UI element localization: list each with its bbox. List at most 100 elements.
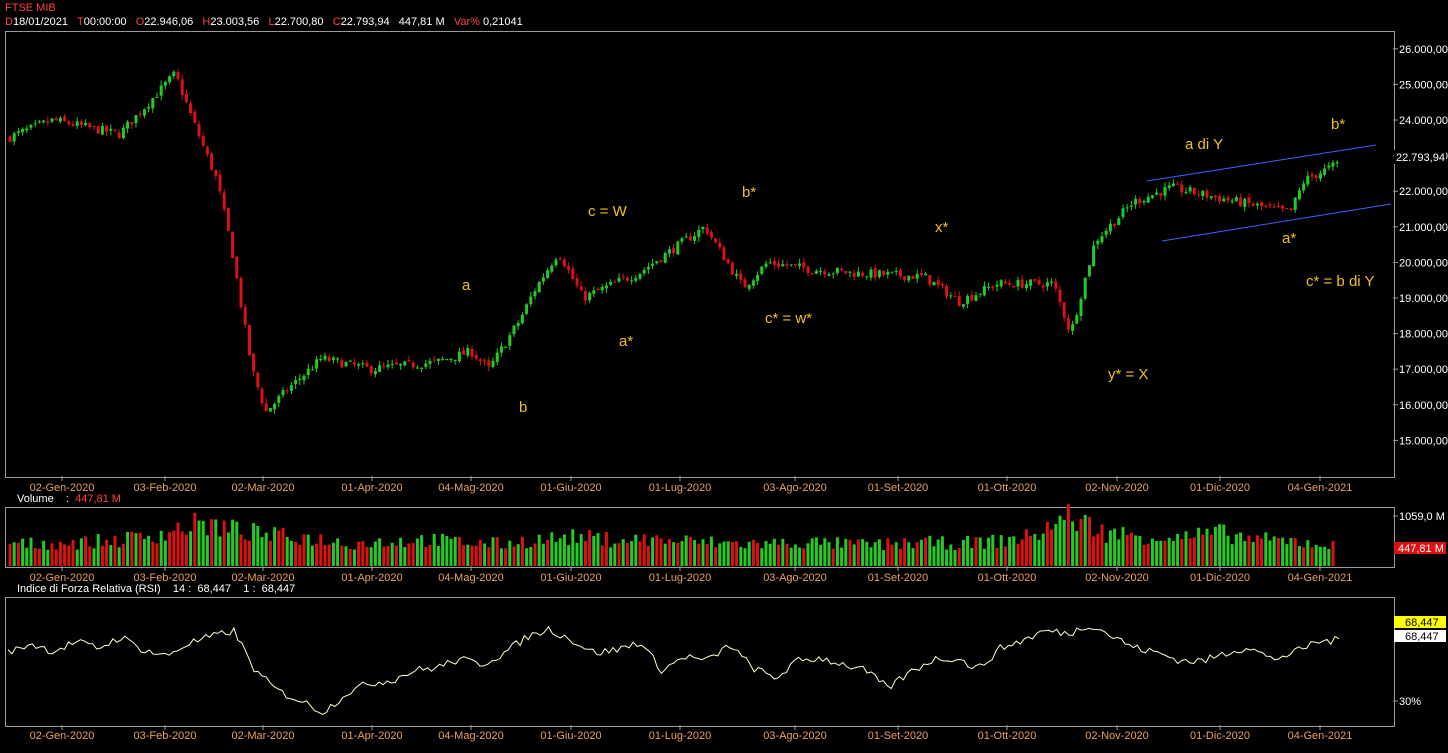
candle-body [214, 169, 218, 176]
volume-bar [1314, 545, 1318, 566]
volume-bar [894, 542, 898, 566]
volume-chart[interactable]: 1059,0 M447,81 M02-Gen-2020 03-Feb-2020 02… [0, 500, 1448, 585]
volume-bar [1268, 540, 1272, 566]
candle-body [730, 262, 734, 275]
candle-body [1134, 198, 1138, 205]
candle-body [1129, 205, 1133, 207]
volume-bar [193, 512, 197, 566]
candle-body [1323, 168, 1327, 175]
candle-body [911, 275, 915, 279]
volume-bar [1264, 532, 1268, 566]
candle-body [88, 123, 92, 128]
volume-bar [1075, 530, 1079, 566]
volume-bar [978, 537, 982, 566]
volume-bar [201, 520, 205, 566]
volume-bar [705, 544, 709, 566]
volume-bar [1306, 540, 1310, 566]
volume-bar [1167, 537, 1171, 566]
x-tick-label: 02-Mar-2020 [232, 482, 295, 494]
volume-bar [1188, 538, 1192, 566]
volume-bar [126, 531, 130, 566]
rsi-x-tick-label: 03-Feb-2020 [134, 730, 197, 742]
channel-upper-line [1146, 144, 1377, 182]
candle-body [655, 261, 659, 264]
volume-bar [995, 547, 999, 566]
candle-body [714, 238, 718, 243]
volume-bar [1197, 527, 1201, 566]
candle-body [386, 364, 390, 368]
candle-body [600, 286, 604, 291]
candle-body [907, 275, 911, 281]
rsi-chart[interactable]: 30% 68,447 68,447 02-Gen-2020 03-Feb-2020 02-… [0, 590, 1448, 753]
volume-bar [667, 538, 671, 566]
wave-annotation: c* = w* [765, 310, 812, 327]
candle-body [415, 367, 419, 369]
candle-body [756, 274, 760, 282]
volume-bar [940, 536, 944, 566]
volume-bar [1096, 533, 1100, 566]
volume-bar [1100, 524, 1104, 566]
volume-bar [483, 543, 487, 566]
x-tick-label: 04-Gen-2021 [1288, 482, 1353, 494]
volume-bar [12, 542, 16, 566]
candle-body [42, 120, 46, 123]
volume-bar [533, 543, 537, 566]
candle-body [445, 358, 449, 361]
volume-bar [508, 540, 512, 566]
candle-body [1092, 245, 1096, 267]
volume-x-tick-label: 01-Lug-2020 [649, 572, 711, 584]
candle-body [8, 136, 12, 142]
volume-bar [1281, 537, 1285, 566]
volume-bar [520, 536, 524, 566]
candle-body [449, 359, 453, 361]
volume-bar [730, 541, 734, 566]
volume-bar [919, 539, 923, 566]
candle-body [651, 263, 655, 266]
candle-body [726, 259, 730, 264]
candle-body [617, 277, 621, 282]
candle-body [1125, 207, 1129, 209]
volume-bar [441, 533, 445, 566]
candle-body [361, 363, 365, 365]
volume-bar [1150, 538, 1154, 566]
candle-body [231, 231, 235, 259]
volume-bar [596, 533, 600, 566]
rsi-marker-yellow-label: 68,447 [1405, 617, 1439, 629]
volume-bar [394, 545, 398, 566]
volume-bar [798, 547, 802, 566]
candle-body [1255, 203, 1259, 206]
volume-bar [852, 544, 856, 566]
volume-bar [466, 544, 470, 566]
volume-bar [516, 544, 520, 566]
candle-body [96, 126, 100, 134]
candle-body [478, 359, 482, 361]
volume-bar [331, 542, 335, 566]
candle-body [180, 79, 184, 95]
candle-body [940, 284, 944, 286]
candle-body [999, 280, 1003, 287]
volume-bar [751, 539, 755, 566]
candle-body [676, 241, 680, 255]
volume-bar [831, 548, 835, 566]
rsi-x-tick-label: 02-Gen-2020 [30, 730, 95, 742]
candle-body [1146, 196, 1150, 203]
volume-bar [25, 547, 29, 566]
volume-bar [457, 537, 461, 566]
volume-bar [924, 537, 928, 566]
candle-body [684, 236, 688, 238]
candle-body [201, 136, 205, 146]
volume-bar [491, 537, 495, 566]
candle-body [100, 125, 104, 135]
candle-body [667, 249, 671, 254]
candle-body [403, 361, 407, 366]
candle-body [1037, 279, 1041, 285]
volume-bar [646, 546, 650, 566]
volume-bar [684, 535, 688, 566]
candle-body [751, 280, 755, 286]
volume-bar [1041, 533, 1045, 566]
price-chart[interactable]: 26.000,0025.000,0024.000,0023.000,0022.0… [0, 0, 1448, 500]
candle-body [823, 271, 827, 275]
wave-annotation: c = W [588, 203, 628, 220]
candle-body [1306, 175, 1310, 185]
candle-body [739, 273, 743, 280]
